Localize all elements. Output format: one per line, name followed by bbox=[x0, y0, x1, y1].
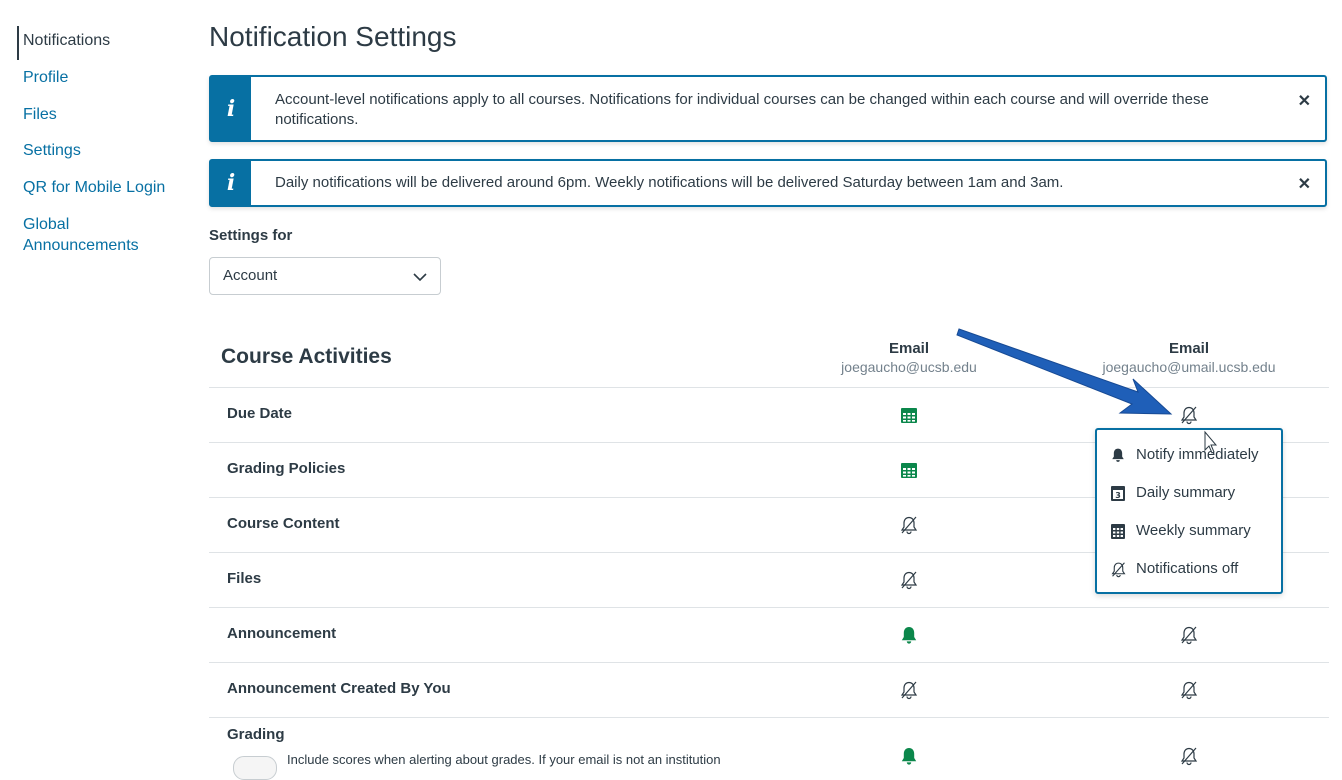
row-label-course-content: Course Content bbox=[227, 515, 340, 532]
calendar-day-icon: 3 bbox=[1109, 484, 1127, 502]
column-header-email-2: Email joegaucho@umail.ucsb.edu bbox=[1069, 339, 1309, 377]
notification-frequency-menu: Notify immediately 3 Daily summary Weekl… bbox=[1095, 428, 1283, 594]
notifications-off-icon[interactable] bbox=[898, 679, 920, 701]
menu-item-weekly-summary[interactable]: Weekly summary bbox=[1109, 519, 1251, 543]
column-header-address: joegaucho@ucsb.edu bbox=[841, 359, 977, 375]
weekly-summary-icon[interactable] bbox=[898, 459, 920, 481]
sidebar-item-label: Announcements bbox=[23, 237, 139, 254]
alert-delivery-times: i Daily notifications will be delivered … bbox=[209, 159, 1327, 207]
section-title: Course Activities bbox=[221, 345, 392, 368]
chevron-down-icon bbox=[413, 273, 427, 282]
menu-item-notifications-off[interactable]: Notifications off bbox=[1109, 557, 1238, 581]
notify-immediately-icon[interactable] bbox=[898, 624, 920, 646]
row-label-files: Files bbox=[227, 570, 262, 587]
info-icon: i bbox=[211, 77, 251, 140]
info-icon: i bbox=[211, 161, 251, 205]
row-label-announcement-created-by-you: Announcement Created By You bbox=[227, 680, 451, 697]
row-label-due-date: Due Date bbox=[227, 405, 293, 422]
menu-item-label: Weekly summary bbox=[1136, 522, 1251, 539]
alert-account-level: i Account-level notifications apply to a… bbox=[209, 75, 1327, 142]
close-icon[interactable]: ✕ bbox=[1298, 174, 1311, 194]
svg-text:3: 3 bbox=[1115, 491, 1121, 500]
menu-item-label: Notifications off bbox=[1136, 560, 1239, 577]
column-header-email-1: Email joegaucho@ucsb.edu bbox=[789, 339, 1029, 377]
row-divider bbox=[209, 717, 1329, 718]
row-divider bbox=[209, 607, 1329, 608]
column-header-label: Email bbox=[1168, 340, 1210, 357]
notifications-off-icon[interactable] bbox=[1178, 745, 1200, 767]
notifications-off-icon[interactable] bbox=[898, 569, 920, 591]
settings-for-select[interactable]: Account bbox=[209, 257, 441, 295]
settings-for-label: Settings for bbox=[209, 227, 293, 244]
select-value: Account bbox=[223, 267, 278, 284]
column-header-address: joegaucho@umail.ucsb.edu bbox=[1102, 359, 1276, 375]
sidebar-item-profile[interactable]: Profile bbox=[23, 67, 68, 88]
row-divider bbox=[209, 662, 1329, 663]
row-divider bbox=[209, 387, 1329, 388]
menu-item-label: Daily summary bbox=[1136, 484, 1236, 501]
include-scores-toggle[interactable] bbox=[233, 756, 277, 780]
row-label-announcement: Announcement bbox=[227, 625, 337, 642]
sidebar-item-files[interactable]: Files bbox=[23, 104, 57, 125]
column-header-label: Email bbox=[888, 340, 930, 357]
alert-message: Daily notifications will be delivered ar… bbox=[275, 174, 1064, 191]
row-label-grading: Grading bbox=[227, 726, 285, 743]
sidebar-active-indicator bbox=[17, 26, 19, 60]
page-title: Notification Settings bbox=[209, 21, 457, 52]
bell-off-icon bbox=[1109, 560, 1127, 578]
sidebar-item-notifications[interactable]: Notifications bbox=[23, 30, 110, 51]
bell-icon bbox=[1109, 446, 1127, 464]
menu-item-notify-immediately[interactable]: Notify immediately bbox=[1109, 443, 1259, 467]
sidebar-item-global-announcements[interactable]: Global Announcements bbox=[23, 214, 139, 256]
notifications-off-icon[interactable] bbox=[1178, 404, 1200, 426]
sidebar-item-settings[interactable]: Settings bbox=[23, 140, 81, 161]
notify-immediately-icon[interactable] bbox=[898, 745, 920, 767]
row-label-grading-policies: Grading Policies bbox=[227, 460, 346, 477]
notifications-off-icon[interactable] bbox=[1178, 624, 1200, 646]
sidebar-item-label: Global bbox=[23, 216, 70, 233]
sidebar-item-qr-login[interactable]: QR for Mobile Login bbox=[23, 177, 165, 198]
calendar-week-icon bbox=[1109, 522, 1127, 540]
menu-item-label: Notify immediately bbox=[1136, 446, 1259, 463]
notifications-off-icon[interactable] bbox=[898, 514, 920, 536]
weekly-summary-icon[interactable] bbox=[898, 404, 920, 426]
close-icon[interactable]: ✕ bbox=[1298, 91, 1311, 111]
notifications-off-icon[interactable] bbox=[1178, 679, 1200, 701]
alert-message: Account-level notifications apply to all… bbox=[275, 91, 1209, 128]
menu-item-daily-summary[interactable]: 3 Daily summary bbox=[1109, 481, 1235, 505]
